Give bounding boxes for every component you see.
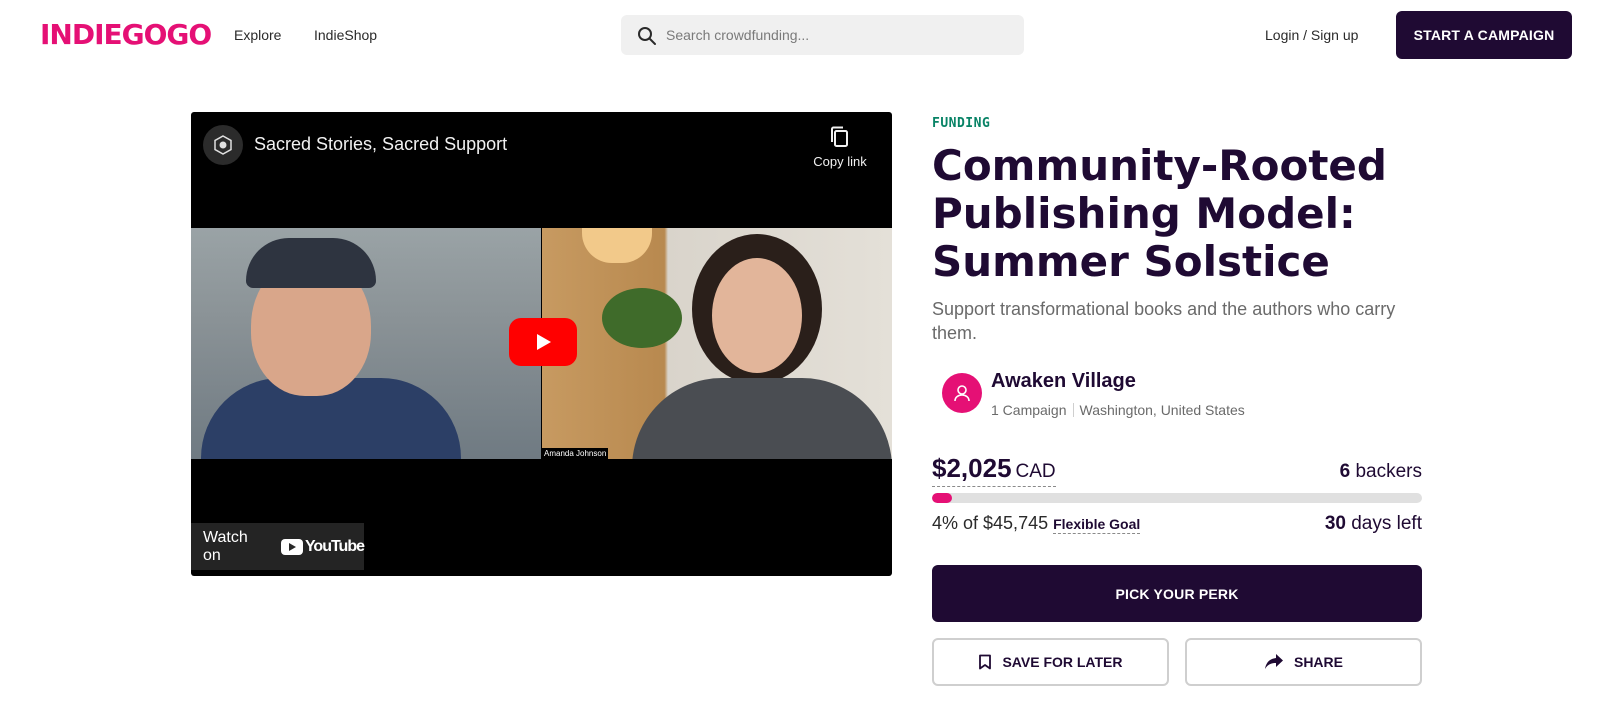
- video-player[interactable]: Sacred Stories, Sacred Support Copy link…: [191, 112, 892, 576]
- campaign-subtitle: Support transformational books and the a…: [932, 299, 1396, 343]
- copy-link-label: Copy link: [813, 154, 867, 169]
- search-input[interactable]: [666, 15, 1006, 55]
- pick-your-perk-button[interactable]: PICK YOUR PERK: [932, 565, 1422, 622]
- watch-on-youtube-button[interactable]: Watch on YouTube: [191, 523, 365, 570]
- owner-campaign-count: 1 Campaign: [991, 402, 1067, 418]
- days-left-number: 30: [1324, 513, 1346, 534]
- days-left-label: days left: [1351, 513, 1422, 534]
- share-label: SHARE: [1293, 654, 1343, 670]
- raised-currency: CAD: [1015, 461, 1056, 482]
- video-title[interactable]: Sacred Stories, Sacred Support: [254, 134, 507, 155]
- funding-status-tag: FUNDING: [932, 116, 991, 131]
- nav-explore[interactable]: Explore: [234, 27, 281, 43]
- watch-on-label: Watch on: [203, 528, 248, 564]
- indiegogo-logo[interactable]: INDIEGOGO: [40, 18, 212, 51]
- owner-avatar[interactable]: [942, 373, 982, 413]
- owner-name[interactable]: Awaken Village: [991, 370, 1136, 393]
- site-header: INDIEGOGO Explore IndieShop Login / Sign…: [0, 0, 1607, 70]
- days-left: 30 days left: [1325, 513, 1422, 535]
- bookmark-icon: [979, 654, 992, 670]
- thumbnail-right-frame: Amanda Johnson: [542, 228, 892, 459]
- search-bar: [621, 15, 1024, 55]
- funding-progress-bar: [932, 493, 1422, 503]
- channel-avatar[interactable]: [203, 125, 243, 165]
- owner-meta: 1 Campaign Washington, United States: [991, 402, 1245, 418]
- play-button[interactable]: [509, 318, 577, 366]
- login-signup-link[interactable]: Login / Sign up: [1265, 27, 1358, 43]
- share-icon: [1264, 654, 1283, 669]
- save-for-later-label: SAVE FOR LATER: [1002, 654, 1123, 670]
- person-left-cap: [246, 238, 376, 288]
- person-right-head: [712, 258, 802, 373]
- percent-of-goal: 4% of $45,745: [932, 513, 1049, 533]
- participant-name-tag: Amanda Johnson: [542, 448, 609, 459]
- channel-logo-icon: [214, 135, 232, 155]
- campaign-title: Community-Rooted Publishing Model: Summe…: [932, 141, 1387, 286]
- share-button[interactable]: SHARE: [1185, 638, 1422, 686]
- youtube-logo: YouTube: [280, 537, 365, 556]
- person-right-body: [632, 378, 892, 459]
- copy-link-button[interactable]: Copy link: [800, 126, 880, 169]
- copy-icon: [831, 126, 848, 147]
- nav-indieshop[interactable]: IndieShop: [314, 27, 377, 43]
- backers-label: backers: [1355, 461, 1422, 482]
- youtube-wordmark: YouTube: [304, 537, 365, 555]
- thumbnail-left-frame: [191, 228, 541, 459]
- owner-location: Washington, United States: [1079, 402, 1245, 418]
- raised-amount: $2,025: [932, 453, 1012, 483]
- backers-count: 6 backers: [1340, 461, 1422, 483]
- meta-divider: [1072, 403, 1074, 417]
- raised-total: $2,025 CAD: [932, 453, 1056, 487]
- lamp-shape: [582, 228, 652, 263]
- plant-shape: [602, 288, 682, 348]
- user-icon: [954, 385, 970, 402]
- funding-percent: 4% of $45,745 Flexible Goal: [932, 513, 1141, 534]
- flexible-goal-label[interactable]: Flexible Goal: [1053, 516, 1141, 534]
- search-icon[interactable]: [637, 26, 657, 46]
- play-icon: [537, 334, 551, 350]
- start-campaign-button[interactable]: START A CAMPAIGN: [1396, 11, 1572, 59]
- backers-number: 6: [1339, 461, 1351, 482]
- save-for-later-button[interactable]: SAVE FOR LATER: [932, 638, 1169, 686]
- youtube-play-icon: [280, 538, 303, 555]
- funding-progress-fill: [932, 493, 952, 503]
